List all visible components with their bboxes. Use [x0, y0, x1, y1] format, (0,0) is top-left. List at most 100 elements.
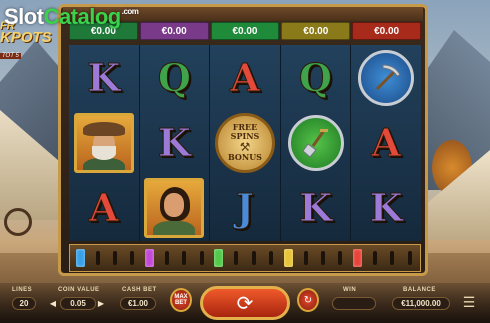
spin-button[interactable]: ⟳ — [200, 286, 290, 320]
watermark-part-2: Catalog — [43, 4, 122, 29]
keyhole-icon — [373, 251, 378, 265]
reel-column: A FREE SPINS ⚒ BONUS J — [210, 45, 281, 241]
keyhole-slot — [263, 248, 279, 268]
keyhole-icon — [320, 251, 325, 265]
reels-grid: K A Q K A FREE SPINS ⚒ BONUS J Q K A K — [69, 45, 421, 241]
gem-icon — [145, 249, 155, 267]
bonus-text: BONUS — [228, 152, 262, 163]
symbol-k: K — [87, 54, 121, 100]
keyhole-icon — [268, 251, 273, 265]
key-gem-slot — [141, 248, 157, 268]
cash-bet-label: CASH BET — [122, 287, 157, 293]
reel-cell: Q — [140, 45, 210, 110]
keyhole-icon — [390, 251, 395, 265]
spin-icon: ⟳ — [236, 292, 254, 315]
reel-column: AK — [351, 45, 421, 241]
autoplay-icon: ↻ — [303, 294, 313, 306]
keyhole-icon — [182, 251, 187, 265]
shovel-icon — [301, 128, 328, 158]
wagon-wheel-icon — [4, 208, 32, 236]
pickaxe-icon — [376, 64, 401, 90]
keyhole-slot — [193, 248, 209, 268]
lines-value: 20 — [12, 297, 36, 310]
keyhole-slot — [315, 248, 331, 268]
reel-cell — [351, 45, 421, 110]
reel-cell: FREE SPINS ⚒ BONUS — [210, 110, 280, 175]
keyhole-slot — [176, 248, 192, 268]
autoplay-button[interactable]: ↻ — [297, 288, 319, 312]
free-spins-text: FREE SPINS — [230, 122, 260, 142]
coin-value-field: 0.05 — [60, 297, 96, 310]
slot-machine-frame: €0.00 €0.00 €0.00 €0.00 €0.00 K A Q K A FREE SPIN… — [58, 4, 428, 276]
symbol-k: K — [299, 185, 333, 231]
jackpot-win-box: €0.00 — [352, 22, 421, 40]
free-spins-bonus-symbol: FREE SPINS ⚒ BONUS — [214, 112, 275, 173]
gem-icon — [283, 249, 293, 267]
gem-icon — [214, 249, 224, 267]
win-label: WIN — [343, 287, 357, 293]
keyhole-slot — [367, 248, 383, 268]
keyhole-slot — [89, 248, 105, 268]
keyhole-icon — [130, 251, 135, 265]
pickaxe-symbol — [358, 49, 415, 106]
win-value — [332, 297, 376, 310]
symbol-a: A — [89, 185, 120, 231]
cash-bet-value: €1.00 — [120, 297, 156, 310]
symbol-q: Q — [299, 54, 333, 100]
keyhole-slot — [245, 248, 261, 268]
menu-icon[interactable]: ☰ — [457, 294, 481, 310]
keyhole-slot — [159, 248, 175, 268]
key-gem-slot — [350, 248, 366, 268]
keyhole-icon — [338, 251, 343, 265]
woman-miner-symbol — [144, 178, 205, 239]
key-gem-slot — [211, 248, 227, 268]
logo-line-2: KPOTS — [0, 29, 52, 46]
key-gem-slot — [72, 248, 88, 268]
keyhole-icon — [234, 251, 239, 265]
balance-label: BALANCE — [403, 287, 436, 293]
reel-cell: K — [281, 176, 351, 241]
keyhole-icon — [251, 251, 256, 265]
reel-cell: A — [69, 176, 139, 241]
reel-cell: J — [210, 176, 280, 241]
symbol-j: J — [235, 185, 254, 231]
keyhole-icon — [199, 251, 204, 265]
keyhole-slot — [402, 248, 418, 268]
symbol-k: K — [369, 185, 403, 231]
keyhole-slot — [384, 248, 400, 268]
keyhole-slot — [107, 248, 123, 268]
reel-column: KA — [69, 45, 140, 241]
reel-cell: A — [210, 45, 280, 110]
symbol-k: K — [157, 119, 191, 165]
watermark-part-3: .com — [121, 7, 139, 16]
keyhole-icon — [407, 251, 412, 265]
keyhole-icon — [164, 251, 169, 265]
keys-collection-bar — [69, 244, 421, 272]
reel-cell — [140, 176, 210, 241]
reel-cell: K — [351, 176, 421, 241]
jackpot-win-box: €0.00 — [139, 22, 209, 40]
keyhole-icon — [95, 251, 100, 265]
keyhole-slot — [332, 248, 348, 268]
keyhole-slot — [124, 248, 140, 268]
max-bet-button[interactable]: MAX BET — [170, 288, 192, 312]
reel-cell: K — [140, 110, 210, 175]
gem-icon — [75, 249, 85, 267]
reel-column: QK — [140, 45, 211, 241]
watermark: SlotCatalog.com — [4, 4, 139, 30]
lines-label: LINES — [12, 287, 33, 293]
balance-value: €11,000.00 — [392, 297, 450, 310]
keyhole-slot — [297, 248, 313, 268]
reel-cell: A — [351, 110, 421, 175]
reel-cell: K — [69, 45, 139, 110]
symbol-a: A — [230, 54, 261, 100]
reel-column: QK — [281, 45, 352, 241]
coin-value-decrease-icon[interactable]: ◀ — [48, 297, 58, 310]
old-miner-symbol — [73, 112, 134, 173]
coin-value-label: COIN VALUE — [58, 287, 100, 293]
reel-cell — [281, 110, 351, 175]
symbol-q: Q — [157, 54, 191, 100]
coin-value-increase-icon[interactable]: ▶ — [96, 297, 106, 310]
key-gem-slot — [280, 248, 296, 268]
keyhole-icon — [303, 251, 308, 265]
